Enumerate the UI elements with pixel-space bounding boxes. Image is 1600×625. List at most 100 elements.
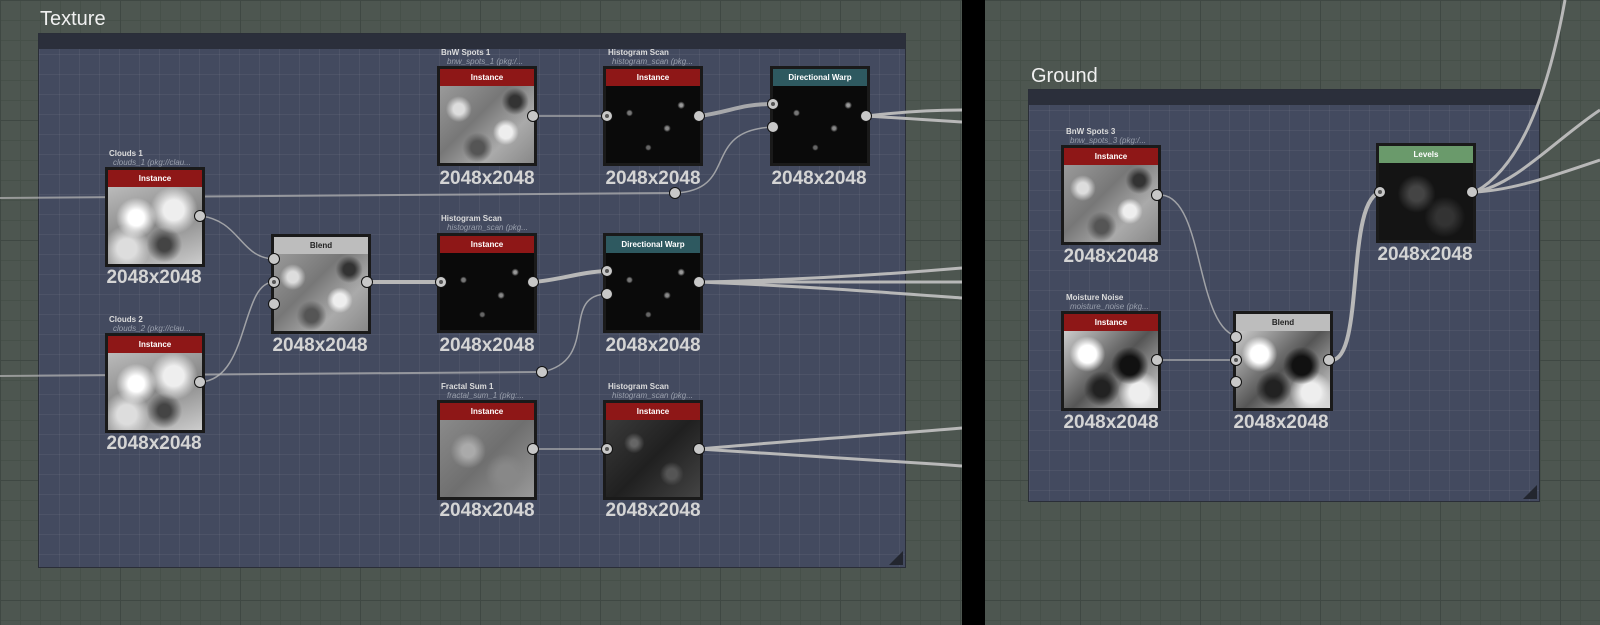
node-title: BnW Spots 1 <box>441 48 491 57</box>
node-header: Blend <box>274 237 368 254</box>
node-histogram-scan-top[interactable]: Instance <box>603 66 703 166</box>
input-port[interactable] <box>268 253 280 265</box>
node-header: Instance <box>1064 314 1158 331</box>
node-header: Directional Warp <box>773 69 867 86</box>
node-resolution: 2048x2048 <box>605 500 701 521</box>
node-thumbnail <box>1236 331 1330 408</box>
node-thumbnail <box>274 254 368 331</box>
node-thumbnail <box>606 420 700 497</box>
output-port[interactable] <box>194 376 206 388</box>
node-thumbnail <box>1064 165 1158 242</box>
node-resolution: 2048x2048 <box>439 500 535 521</box>
node-thumbnail <box>606 86 700 163</box>
node-clouds-2[interactable]: Instance <box>105 333 205 433</box>
node-header: Instance <box>606 69 700 86</box>
input-port[interactable] <box>1230 331 1242 343</box>
node-thumbnail <box>440 420 534 497</box>
node-header: Instance <box>108 170 202 187</box>
node-title: Clouds 2 <box>109 315 143 324</box>
wire-dot[interactable] <box>669 187 681 199</box>
node-subtitle: bnw_spots_1 (pkg:/... <box>447 57 524 66</box>
node-header: Instance <box>440 403 534 420</box>
node-resolution: 2048x2048 <box>439 168 535 189</box>
input-port[interactable] <box>601 288 613 300</box>
node-thumbnail <box>1379 163 1473 240</box>
node-title: Histogram Scan <box>441 214 502 223</box>
input-port[interactable] <box>601 265 613 277</box>
node-thumbnail <box>1064 331 1158 408</box>
node-resolution: 2048x2048 <box>106 433 202 454</box>
node-subtitle: histogram_scan (pkg... <box>612 57 693 66</box>
node-subtitle: moisture_noise (pkg... <box>1070 302 1149 311</box>
output-port[interactable] <box>527 443 539 455</box>
node-thumbnail <box>440 86 534 163</box>
graph-view-left[interactable]: Texture BnW Spots 1 bnw_spots_1 (pkg:/..… <box>0 0 962 625</box>
node-title: Fractal Sum 1 <box>441 382 494 391</box>
node-header: Instance <box>1064 148 1158 165</box>
node-title: BnW Spots 3 <box>1066 127 1116 136</box>
input-port[interactable] <box>767 121 779 133</box>
node-header: Instance <box>108 336 202 353</box>
node-bnw-spots-3[interactable]: Instance <box>1061 145 1161 245</box>
input-port[interactable] <box>268 298 280 310</box>
output-port[interactable] <box>693 443 705 455</box>
node-header: Directional Warp <box>606 236 700 253</box>
node-thumbnail <box>606 253 700 330</box>
node-title: Clouds 1 <box>109 149 143 158</box>
input-port[interactable] <box>601 110 613 122</box>
split-divider[interactable] <box>962 0 985 625</box>
input-port[interactable] <box>268 276 280 288</box>
node-moisture-noise[interactable]: Instance <box>1061 311 1161 411</box>
node-subtitle: fractal_sum_1 (pkg:... <box>447 391 524 400</box>
node-resolution: 2048x2048 <box>439 335 535 356</box>
node-histogram-scan-mid[interactable]: Instance <box>437 233 537 333</box>
output-port[interactable] <box>194 210 206 222</box>
node-thumbnail <box>440 253 534 330</box>
node-fractal-sum-1[interactable]: Instance <box>437 400 537 500</box>
node-title: Histogram Scan <box>608 382 669 391</box>
node-resolution: 2048x2048 <box>1233 412 1329 433</box>
input-port[interactable] <box>435 276 447 288</box>
node-title: Moisture Noise <box>1066 293 1124 302</box>
input-port[interactable] <box>1230 354 1242 366</box>
node-thumbnail <box>108 353 202 430</box>
node-directional-warp-top[interactable]: Directional Warp <box>770 66 870 166</box>
input-port[interactable] <box>1374 186 1386 198</box>
output-port[interactable] <box>1466 186 1478 198</box>
output-port[interactable] <box>1323 354 1335 366</box>
output-port[interactable] <box>527 110 539 122</box>
node-resolution: 2048x2048 <box>1063 412 1159 433</box>
wire-dot[interactable] <box>536 366 548 378</box>
node-subtitle: bnw_spots_3 (pkg:/... <box>1070 136 1147 145</box>
node-header: Levels <box>1379 146 1473 163</box>
node-bnw-spots-1[interactable]: Instance <box>437 66 537 166</box>
node-histogram-scan-bottom[interactable]: Instance <box>603 400 703 500</box>
node-blend-ground[interactable]: Blend <box>1233 311 1333 411</box>
output-port[interactable] <box>1151 354 1163 366</box>
node-resolution: 2048x2048 <box>605 335 701 356</box>
output-port[interactable] <box>860 110 872 122</box>
node-header: Instance <box>440 69 534 86</box>
node-resolution: 2048x2048 <box>771 168 867 189</box>
output-port[interactable] <box>693 110 705 122</box>
node-resolution: 2048x2048 <box>106 267 202 288</box>
node-thumbnail <box>773 86 867 163</box>
output-port[interactable] <box>1151 189 1163 201</box>
input-port[interactable] <box>601 443 613 455</box>
input-port[interactable] <box>767 98 779 110</box>
node-clouds-1[interactable]: Instance <box>105 167 205 267</box>
output-port[interactable] <box>527 276 539 288</box>
node-subtitle: clouds_1 (pkg://clau... <box>113 158 191 167</box>
output-port[interactable] <box>693 276 705 288</box>
node-directional-warp-mid[interactable]: Directional Warp <box>603 233 703 333</box>
node-resolution: 2048x2048 <box>605 168 701 189</box>
input-port[interactable] <box>1230 376 1242 388</box>
node-header: Instance <box>606 403 700 420</box>
node-levels[interactable]: Levels <box>1376 143 1476 243</box>
node-subtitle: clouds_2 (pkg://clau... <box>113 324 191 333</box>
output-port[interactable] <box>361 276 373 288</box>
node-blend[interactable]: Blend <box>271 234 371 334</box>
node-header: Instance <box>440 236 534 253</box>
node-subtitle: histogram_scan (pkg... <box>612 391 693 400</box>
graph-view-right[interactable]: Ground BnW Spots 3 bnw_spots_3 (pkg:/...… <box>985 0 1600 625</box>
